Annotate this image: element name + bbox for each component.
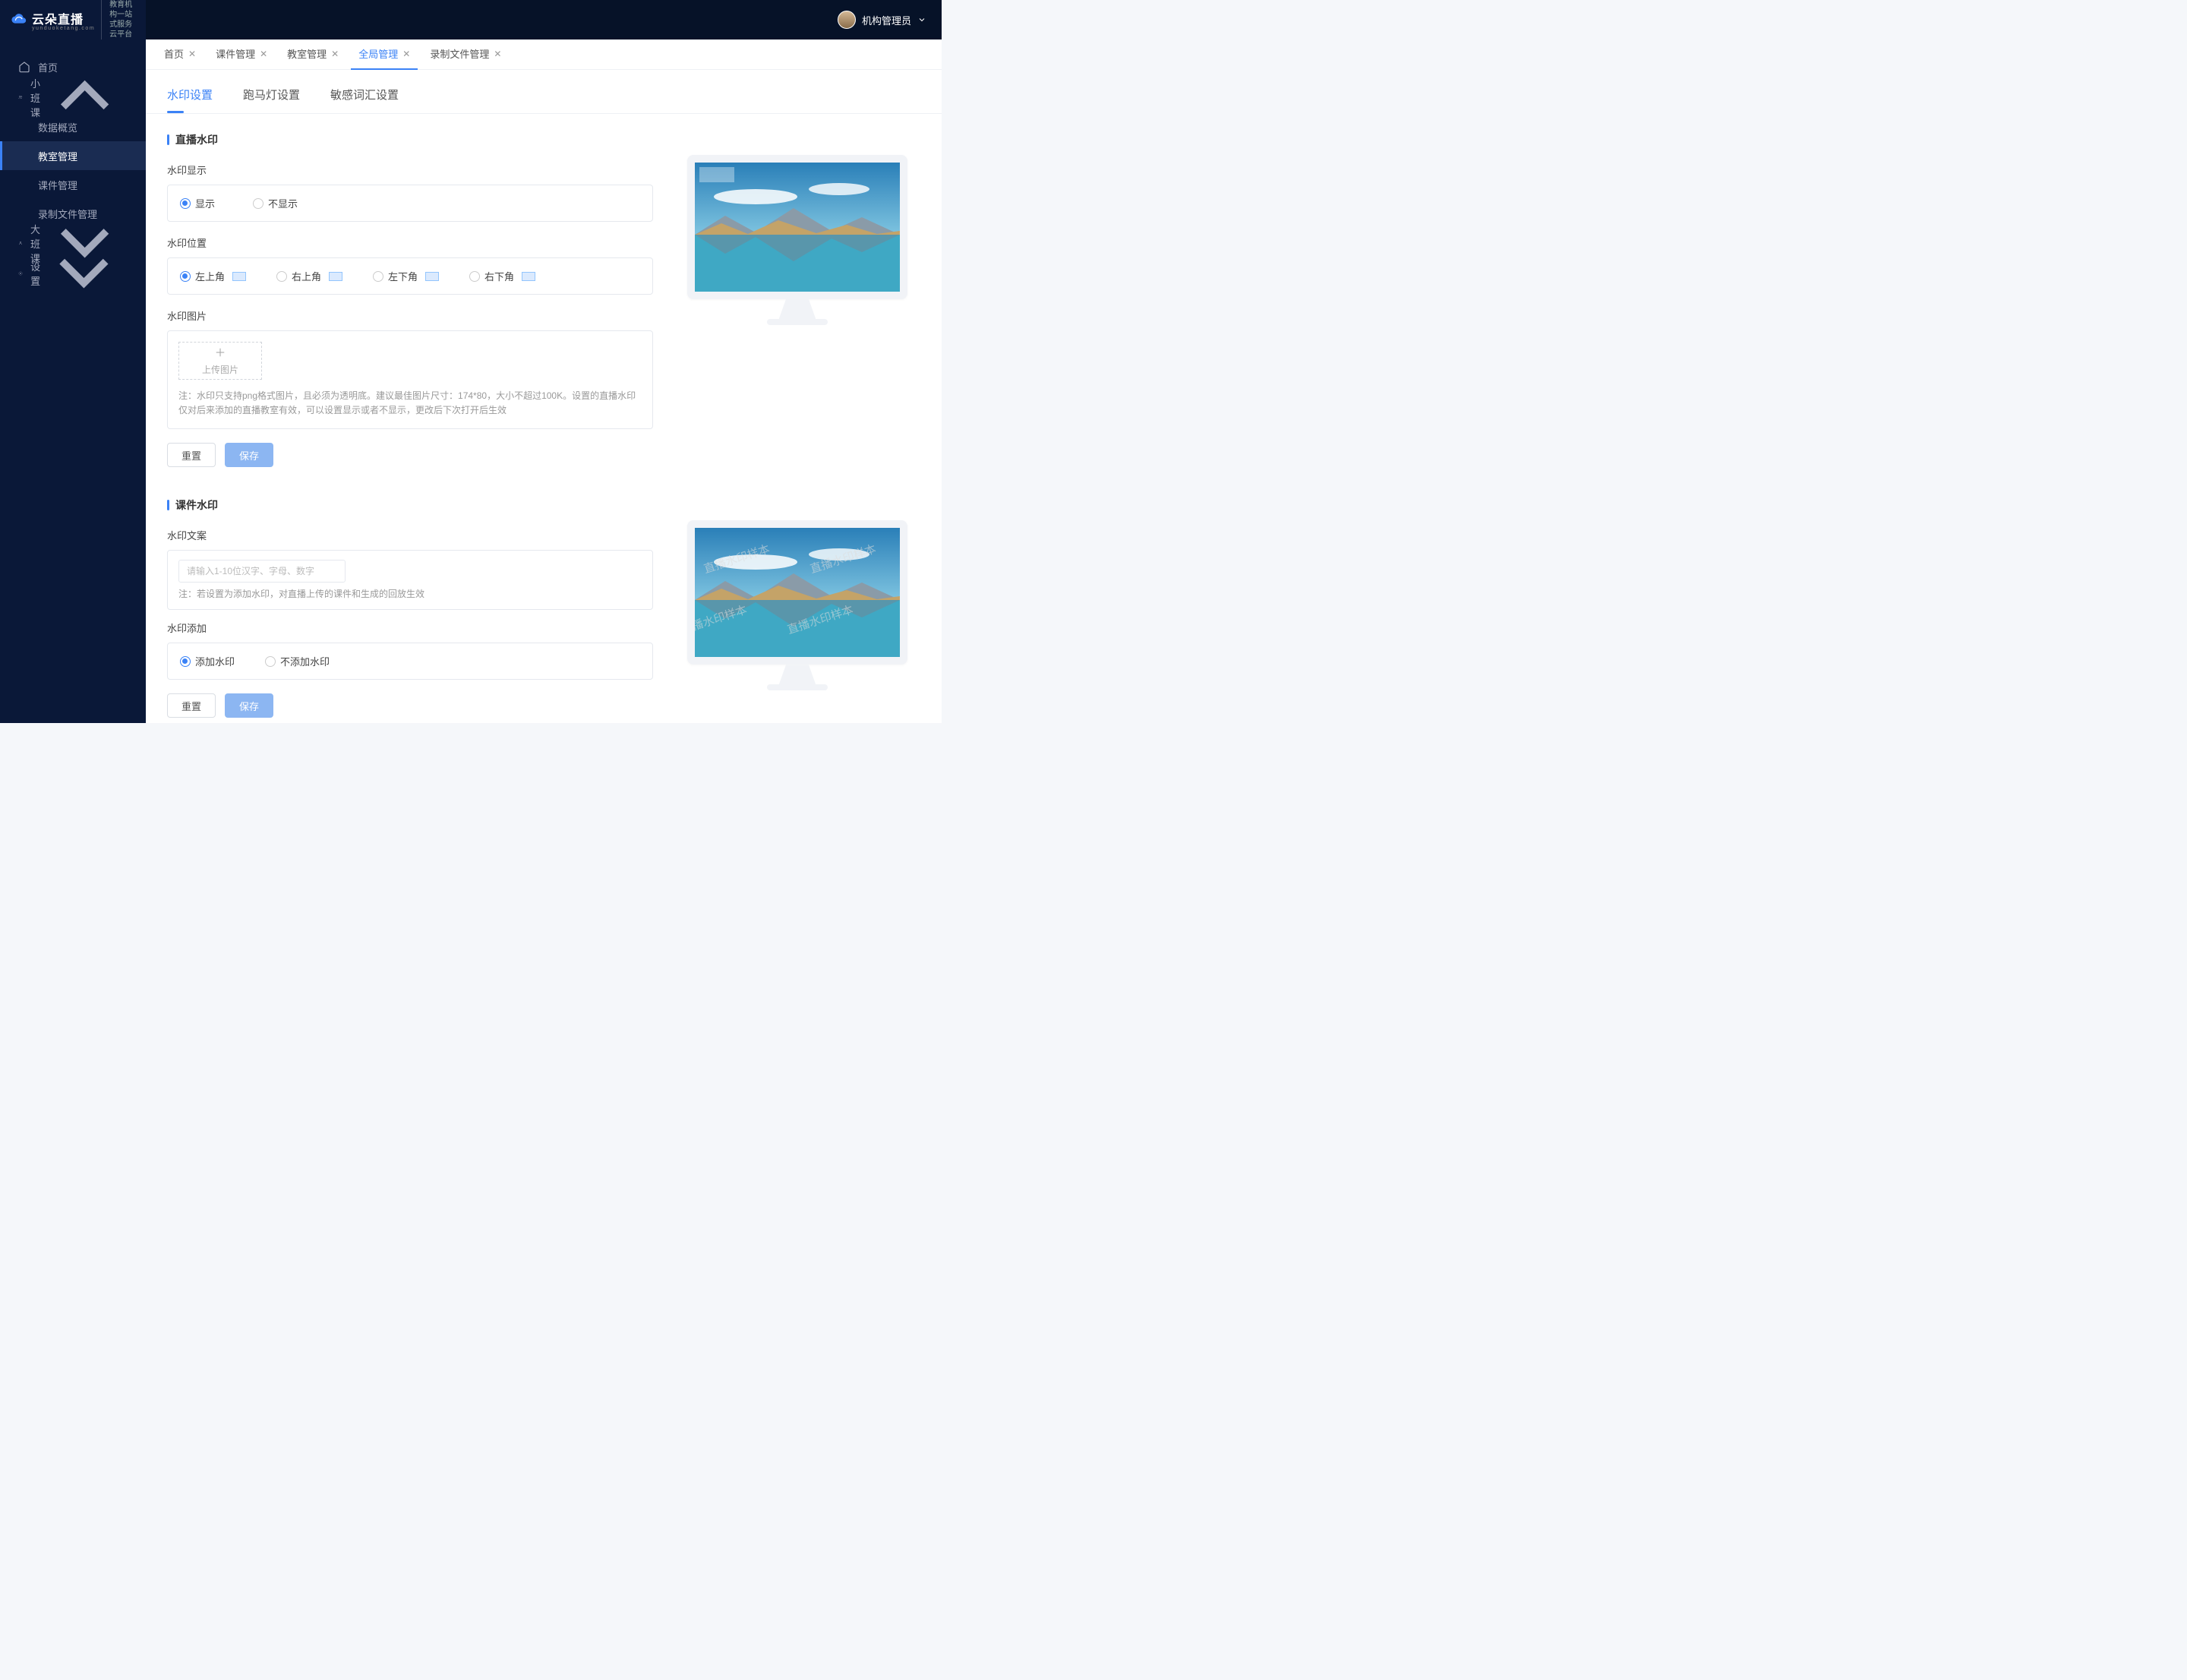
page-tabs: 首页✕ 课件管理✕ 教室管理✕ 全局管理✕ 录制文件管理✕: [146, 39, 942, 70]
brand-sub: yunduoketang.com: [32, 26, 95, 31]
side-nav: 首页 小班课 数据概览 教室管理 课件管理 录制文件管理 大班课 设置: [0, 52, 146, 289]
radio-display-hide[interactable]: 不显示: [253, 196, 298, 210]
topbar: 机构管理员: [146, 0, 942, 39]
save-button[interactable]: 保存: [225, 443, 273, 467]
radio-add-yes[interactable]: 添加水印: [180, 654, 235, 668]
radio-pos-br[interactable]: 右下角: [469, 269, 535, 283]
user-name: 机构管理员: [862, 13, 911, 27]
home-icon: [18, 61, 30, 73]
nav-courseware-mgmt[interactable]: 课件管理: [0, 170, 146, 199]
tab-courseware[interactable]: 课件管理✕: [208, 39, 275, 70]
upload-area: 上传图片 注：水印只支持png格式图片，且必须为透明底。建议最佳图片尺寸：174…: [167, 330, 653, 429]
preview-monitor-courseware: 直播水印样本 直播水印样本 直播水印样本 直播水印样本: [687, 520, 907, 690]
radio-pos-tl[interactable]: 左上角: [180, 269, 246, 283]
upload-note: 注：水印只支持png格式图片，且必须为透明底。建议最佳图片尺寸：174*80，大…: [178, 389, 642, 418]
cloud-icon: [11, 11, 27, 28]
nav-settings[interactable]: 设置: [0, 258, 146, 289]
inner-tab-sensitive[interactable]: 敏感词汇设置: [330, 87, 399, 113]
radio-display-show[interactable]: 显示: [180, 196, 215, 210]
label-wm-add: 水印添加: [167, 621, 653, 635]
plus-icon: [213, 346, 227, 362]
users-icon: [18, 91, 23, 103]
tab-global[interactable]: 全局管理✕: [351, 39, 418, 70]
brand-desc: 教育机构一站 式服务云平台: [101, 0, 135, 39]
radio-add-no[interactable]: 不添加水印: [265, 654, 330, 668]
chevron-down-icon: [40, 229, 128, 318]
save-button-2[interactable]: 保存: [225, 693, 273, 718]
close-icon[interactable]: ✕: [494, 49, 501, 59]
tab-classroom[interactable]: 教室管理✕: [279, 39, 346, 70]
gear-icon: [18, 267, 23, 279]
sidebar: 云朵直播 yunduoketang.com 教育机构一站 式服务云平台 首页 小…: [0, 0, 146, 723]
label-display: 水印显示: [167, 163, 653, 177]
label-image: 水印图片: [167, 308, 653, 323]
section-live-watermark-title: 直播水印: [167, 132, 653, 147]
label-position: 水印位置: [167, 235, 653, 250]
upload-button[interactable]: 上传图片: [178, 342, 262, 380]
inner-tab-marquee[interactable]: 跑马灯设置: [243, 87, 300, 113]
radio-pos-bl[interactable]: 左下角: [373, 269, 439, 283]
wm-text-note: 注：若设置为添加水印，对直播上传的课件和生成的回放生效: [178, 587, 642, 600]
label-wm-text: 水印文案: [167, 528, 653, 542]
close-icon[interactable]: ✕: [260, 49, 267, 59]
close-icon[interactable]: ✕: [402, 49, 410, 59]
add-options: 添加水印 不添加水印: [167, 643, 653, 680]
tab-home[interactable]: 首页✕: [156, 39, 204, 70]
tab-recording[interactable]: 录制文件管理✕: [422, 39, 509, 70]
inner-tab-watermark[interactable]: 水印设置: [167, 87, 213, 113]
position-options: 左上角 右上角 左下角 右下角: [167, 257, 653, 295]
group-icon: [18, 237, 23, 249]
logo: 云朵直播 yunduoketang.com 教育机构一站 式服务云平台: [0, 0, 146, 39]
section-courseware-watermark-title: 课件水印: [167, 497, 653, 513]
reset-button[interactable]: 重置: [167, 443, 216, 467]
chevron-down-icon: [917, 15, 926, 24]
watermark-sample-overlay: [699, 167, 734, 182]
nav-classroom-mgmt[interactable]: 教室管理: [0, 141, 146, 170]
avatar: [838, 11, 856, 29]
reset-button-2[interactable]: 重置: [167, 693, 216, 718]
watermark-text-input[interactable]: [178, 560, 346, 583]
close-icon[interactable]: ✕: [188, 49, 196, 59]
inner-tabs: 水印设置 跑马灯设置 敏感词汇设置: [146, 70, 942, 114]
nav-data-overview[interactable]: 数据概览: [0, 112, 146, 141]
nav-small-class[interactable]: 小班课: [0, 82, 146, 112]
close-icon[interactable]: ✕: [331, 49, 339, 59]
display-options: 显示 不显示: [167, 185, 653, 222]
preview-monitor-live: [687, 155, 907, 325]
radio-pos-tr[interactable]: 右上角: [276, 269, 342, 283]
user-menu[interactable]: 机构管理员: [838, 11, 926, 29]
brand-name: 云朵直播: [32, 14, 84, 27]
